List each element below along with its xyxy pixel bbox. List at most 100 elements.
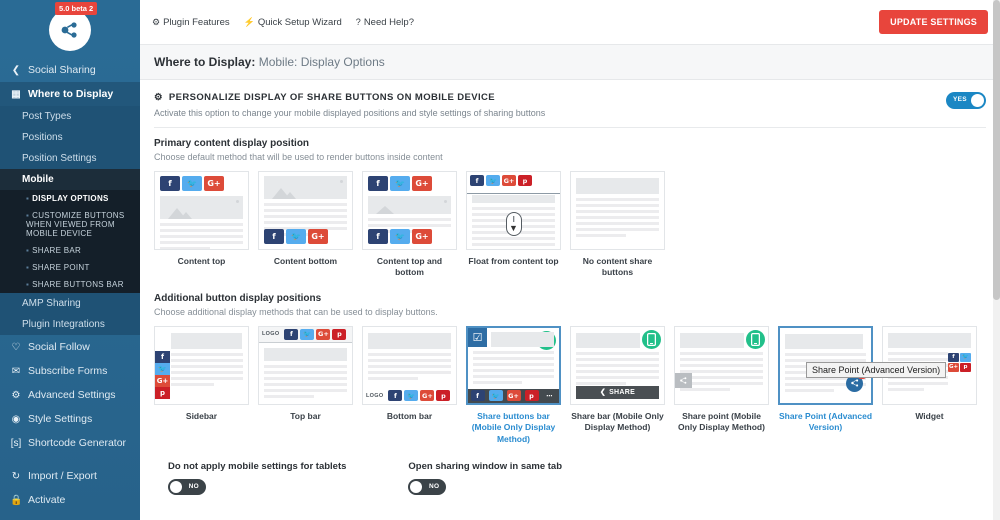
sidebar-item-customize-buttons[interactable]: ▪CUSTOMIZE BUTTONS WHEN VIEWED FROM MOBI… — [0, 207, 140, 242]
card-thumbnail[interactable]: f 🐦 G+ p ▼ — [466, 171, 561, 250]
link-need-help[interactable]: ? Need Help? — [356, 17, 414, 28]
sidebar-item-label: Social Follow — [28, 341, 90, 353]
sidebar-item-label: DISPLAY OPTIONS — [32, 194, 109, 203]
pinterest-icon: p — [332, 329, 346, 340]
mountain-icon — [376, 206, 394, 214]
sidebar-item-import-export[interactable]: ↻ Import / Export — [0, 464, 140, 488]
card-thumbnail[interactable]: f 🐦 G+ — [258, 171, 353, 250]
primary-section-desc: Choose default method that will be used … — [154, 152, 986, 162]
logo-text: LOGO — [262, 331, 279, 337]
checkbox-checked-icon[interactable]: ☑ — [468, 328, 487, 347]
sidebar-item-plugin-integrations[interactable]: Plugin Integrations — [0, 314, 140, 335]
toggle-state-label: NO — [429, 483, 439, 490]
card-top-bar[interactable]: LOGO f 🐦 G+ p Top bar — [258, 326, 353, 445]
link-label: Quick Setup Wizard — [258, 17, 342, 28]
pinterest-icon: p — [525, 390, 539, 401]
link-plugin-features[interactable]: ⚙ Plugin Features — [152, 17, 230, 28]
toggle-state-label: YES — [953, 96, 967, 103]
card-float-from-content-top[interactable]: f 🐦 G+ p ▼ — [466, 171, 561, 279]
dot-icon — [236, 200, 239, 203]
bullet-icon: ▪ — [26, 280, 29, 289]
twitter-icon: 🐦 — [390, 229, 410, 244]
card-widget[interactable]: f 🐦 G+ p Widget — [882, 326, 977, 445]
personalize-toggle[interactable]: YES — [946, 92, 986, 109]
card-thumbnail[interactable]: LOGO f 🐦 G+ p — [258, 326, 353, 405]
widget-share-buttons: f 🐦 G+ p — [948, 353, 971, 372]
bullet-icon: ▪ — [26, 211, 29, 220]
card-label: Share buttons bar (Mobile Only Display M… — [466, 411, 561, 445]
card-thumbnail[interactable]: ❮ SHARE — [570, 326, 665, 405]
image-placeholder — [576, 178, 659, 194]
card-thumbnail[interactable] — [674, 326, 769, 405]
card-thumbnail[interactable]: LOGO f 🐦 G+ p — [362, 326, 457, 405]
card-content-bottom[interactable]: f 🐦 G+ Content bottom — [258, 171, 353, 279]
sidebar-item-label: SHARE BUTTONS BAR — [32, 280, 124, 289]
card-content-top[interactable]: f 🐦 G+ Conte — [154, 171, 249, 279]
link-quick-setup-wizard[interactable]: ⚡ Quick Setup Wizard — [244, 17, 342, 28]
sidebar-item-subscribe-forms[interactable]: ✉ Subscribe Forms — [0, 359, 140, 383]
text-lines — [576, 198, 659, 237]
facebook-icon: f — [264, 229, 284, 244]
twitter-icon: 🐦 — [182, 176, 202, 191]
toggle-group-tablets: Do not apply mobile settings for tablets… — [168, 461, 346, 495]
sidebar-item-share-point[interactable]: ▪SHARE POINT — [0, 259, 140, 276]
sidebar-item-mobile[interactable]: Mobile — [0, 169, 140, 190]
sidebar-item-positions[interactable]: Positions — [0, 127, 140, 148]
card-share-point-advanced[interactable]: 15 Share Point (Advanced Version) — [778, 326, 873, 445]
top-toolbar: ⚙ Plugin Features ⚡ Quick Setup Wizard ?… — [140, 0, 1000, 44]
card-label: Widget — [882, 411, 977, 422]
divider — [467, 193, 560, 194]
sidebar-item-style-settings[interactable]: ◉ Style Settings — [0, 407, 140, 431]
facebook-icon: f — [471, 390, 485, 401]
text-lines — [473, 351, 554, 384]
card-thumbnail[interactable]: f 🐦 G+ — [154, 171, 249, 250]
sidebar-item-where-to-display[interactable]: ▦ Where to Display — [0, 82, 140, 106]
share-button-row: f 🐦 G+ p — [470, 175, 532, 186]
facebook-icon: f — [368, 229, 388, 244]
card-no-content-share-buttons[interactable]: No content share buttons — [570, 171, 665, 279]
sidebar-item-post-types[interactable]: Post Types — [0, 106, 140, 127]
sidebar-item-position-settings[interactable]: Position Settings — [0, 148, 140, 169]
card-content-top-and-bottom[interactable]: f 🐦 G+ f — [362, 171, 457, 279]
same-tab-toggle[interactable]: NO — [408, 479, 446, 495]
breadcrumb-suffix: Mobile: Display Options — [259, 55, 385, 69]
card-thumbnail[interactable]: ☑ f 🐦 G+ p ⋯ — [466, 326, 561, 405]
card-share-point-mobile[interactable]: Share point (Mobile Only Display Method) — [674, 326, 769, 445]
card-thumbnail[interactable]: f 🐦 G+ p — [154, 326, 249, 405]
sidebar-item-social-follow[interactable]: ♡ Social Follow — [0, 335, 140, 359]
sidebar-item-advanced-settings[interactable]: ⚙ Advanced Settings — [0, 383, 140, 407]
toggle-state-label: NO — [189, 483, 199, 490]
google-plus-icon: G+ — [412, 229, 432, 244]
card-thumbnail[interactable]: f 🐦 G+ f — [362, 171, 457, 250]
mouse-wheel — [513, 216, 515, 222]
sidebar-item-label: Style Settings — [28, 413, 92, 425]
mouse-scroll-icon: ▼ — [506, 212, 522, 236]
google-plus-icon: G+ — [507, 390, 521, 401]
panel-header: ⚙ PERSONALIZE DISPLAY OF SHARE BUTTONS O… — [154, 92, 986, 118]
sidebar-item-shortcode-generator[interactable]: [s] Shortcode Generator — [0, 431, 140, 455]
tablets-toggle[interactable]: NO — [168, 479, 206, 495]
sidebar-item-display-options[interactable]: ▪DISPLAY OPTIONS — [0, 190, 140, 207]
sidebar-item-share-bar[interactable]: ▪SHARE BAR — [0, 242, 140, 259]
sidebar-item-share-buttons-bar[interactable]: ▪SHARE BUTTONS BAR — [0, 276, 140, 293]
card-bottom-bar[interactable]: LOGO f 🐦 G+ p Bottom bar — [362, 326, 457, 445]
pinterest-icon: p — [436, 390, 450, 401]
scrollbar-thumb[interactable] — [993, 0, 1000, 300]
card-thumbnail[interactable] — [570, 171, 665, 250]
sidebar-item-social-sharing[interactable]: ❮ Social Sharing — [0, 58, 140, 82]
pinterest-icon: p — [155, 387, 170, 399]
share-point-icon — [675, 373, 692, 388]
card-sidebar[interactable]: f 🐦 G+ p Sidebar — [154, 326, 249, 445]
sidebar-item-amp-sharing[interactable]: AMP Sharing — [0, 293, 140, 314]
card-share-bar-mobile[interactable]: ❮ SHARE Share bar (Mobile Only Display M… — [570, 326, 665, 445]
update-settings-button[interactable]: UPDATE SETTINGS — [879, 10, 988, 34]
twitter-icon: 🐦 — [155, 363, 170, 375]
card-share-buttons-bar[interactable]: ☑ f 🐦 G+ p ⋯ — [466, 326, 561, 445]
scrollbar[interactable] — [993, 0, 1000, 520]
sidebar-item-activate[interactable]: 🔒 Activate — [0, 488, 140, 512]
bottom-toggles: Do not apply mobile settings for tablets… — [154, 445, 986, 495]
share-bar-label: SHARE — [609, 389, 635, 396]
sidebar-logo[interactable]: 5.0 beta 2 — [0, 0, 140, 58]
primary-section-title: Primary content display position — [154, 138, 986, 149]
sidebar-spacer-2 — [0, 512, 140, 520]
